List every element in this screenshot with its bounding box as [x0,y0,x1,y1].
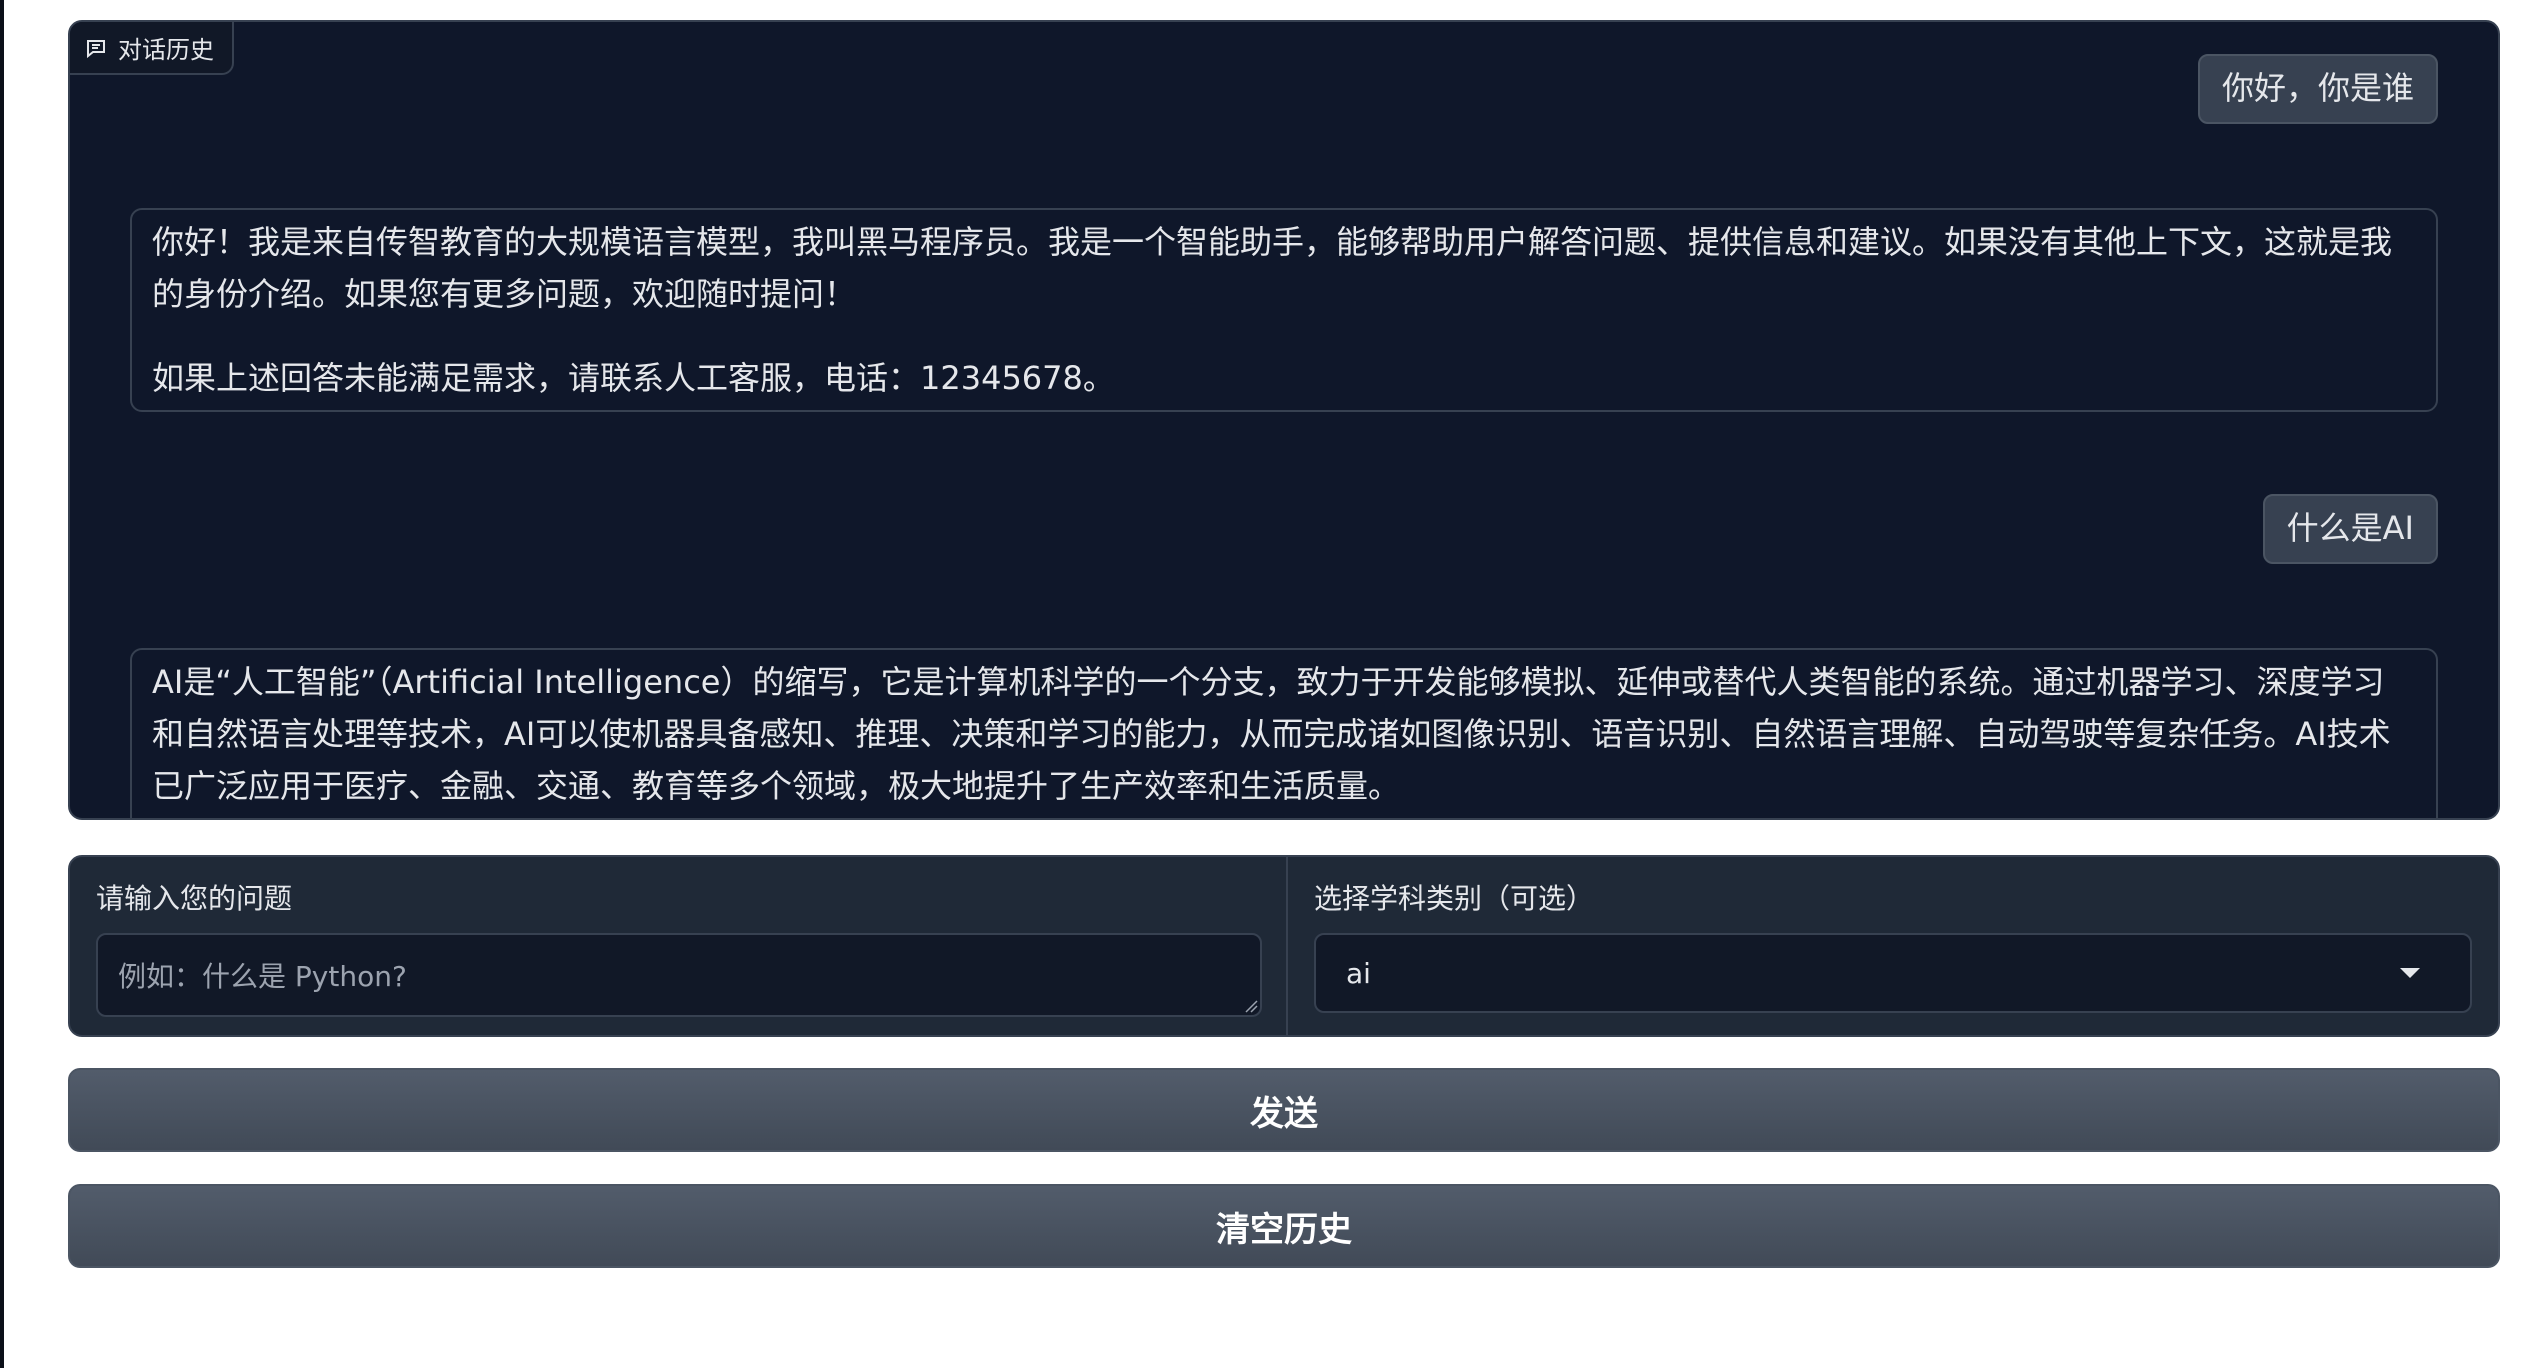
clear-history-button[interactable]: 清空历史 [68,1184,2500,1268]
user-message: 你好，你是谁 [2197,54,2438,124]
user-message-text: 你好，你是谁 [2221,69,2414,107]
resize-grip-icon[interactable] [1242,997,1258,1013]
bot-message-paragraph: 你好！我是来自传智教育的大规模语言模型，我叫黑马程序员。我是一个智能助手，能够帮… [152,223,2393,313]
bot-message: 你好！我是来自传智教育的大规模语言模型，我叫黑马程序员。我是一个智能助手，能够帮… [130,208,2438,412]
question-block: 请输入您的问题 例如：什么是 Python? [70,857,1288,1035]
subject-block: 选择学科类别（可选） ai [1288,857,2498,1035]
question-placeholder: 例如：什么是 Python? [118,960,407,993]
chat-history-panel[interactable]: 对话历史 你好，你是谁 你好！我是来自传智教育的大规模语言模型，我叫黑马程序员。… [68,20,2500,820]
send-button[interactable]: 发送 [68,1068,2500,1152]
chat-history-label-text: 对话历史 [118,36,214,64]
subject-selected-value: ai [1346,956,1371,990]
input-row: 请输入您的问题 例如：什么是 Python? 选择学科类别（可选） ai [68,855,2500,1037]
chat-bubble-icon [84,36,108,60]
chat-history-label: 对话历史 [70,22,234,75]
bot-message: AI是“人工智能”（Artificial Intelligence）的缩写，它是… [130,648,2438,818]
user-message-text: 什么是AI [2286,509,2414,547]
clear-history-button-label: 清空历史 [1216,1209,1352,1250]
question-input[interactable]: 例如：什么是 Python? [96,933,1262,1017]
user-message: 什么是AI [2262,494,2438,564]
question-label: 请输入您的问题 [96,882,293,915]
bot-message-paragraph: AI是“人工智能”（Artificial Intelligence）的缩写，它是… [152,663,2391,805]
subject-dropdown[interactable]: ai [1314,933,2472,1013]
caret-down-icon[interactable] [2400,968,2420,978]
left-edge [0,0,4,1368]
subject-label: 选择学科类别（可选） [1314,882,1595,915]
send-button-label: 发送 [1250,1093,1318,1134]
bot-message-paragraph: 如果上述回答未能满足需求，请联系人工客服，电话：12345678。 [152,359,1115,397]
